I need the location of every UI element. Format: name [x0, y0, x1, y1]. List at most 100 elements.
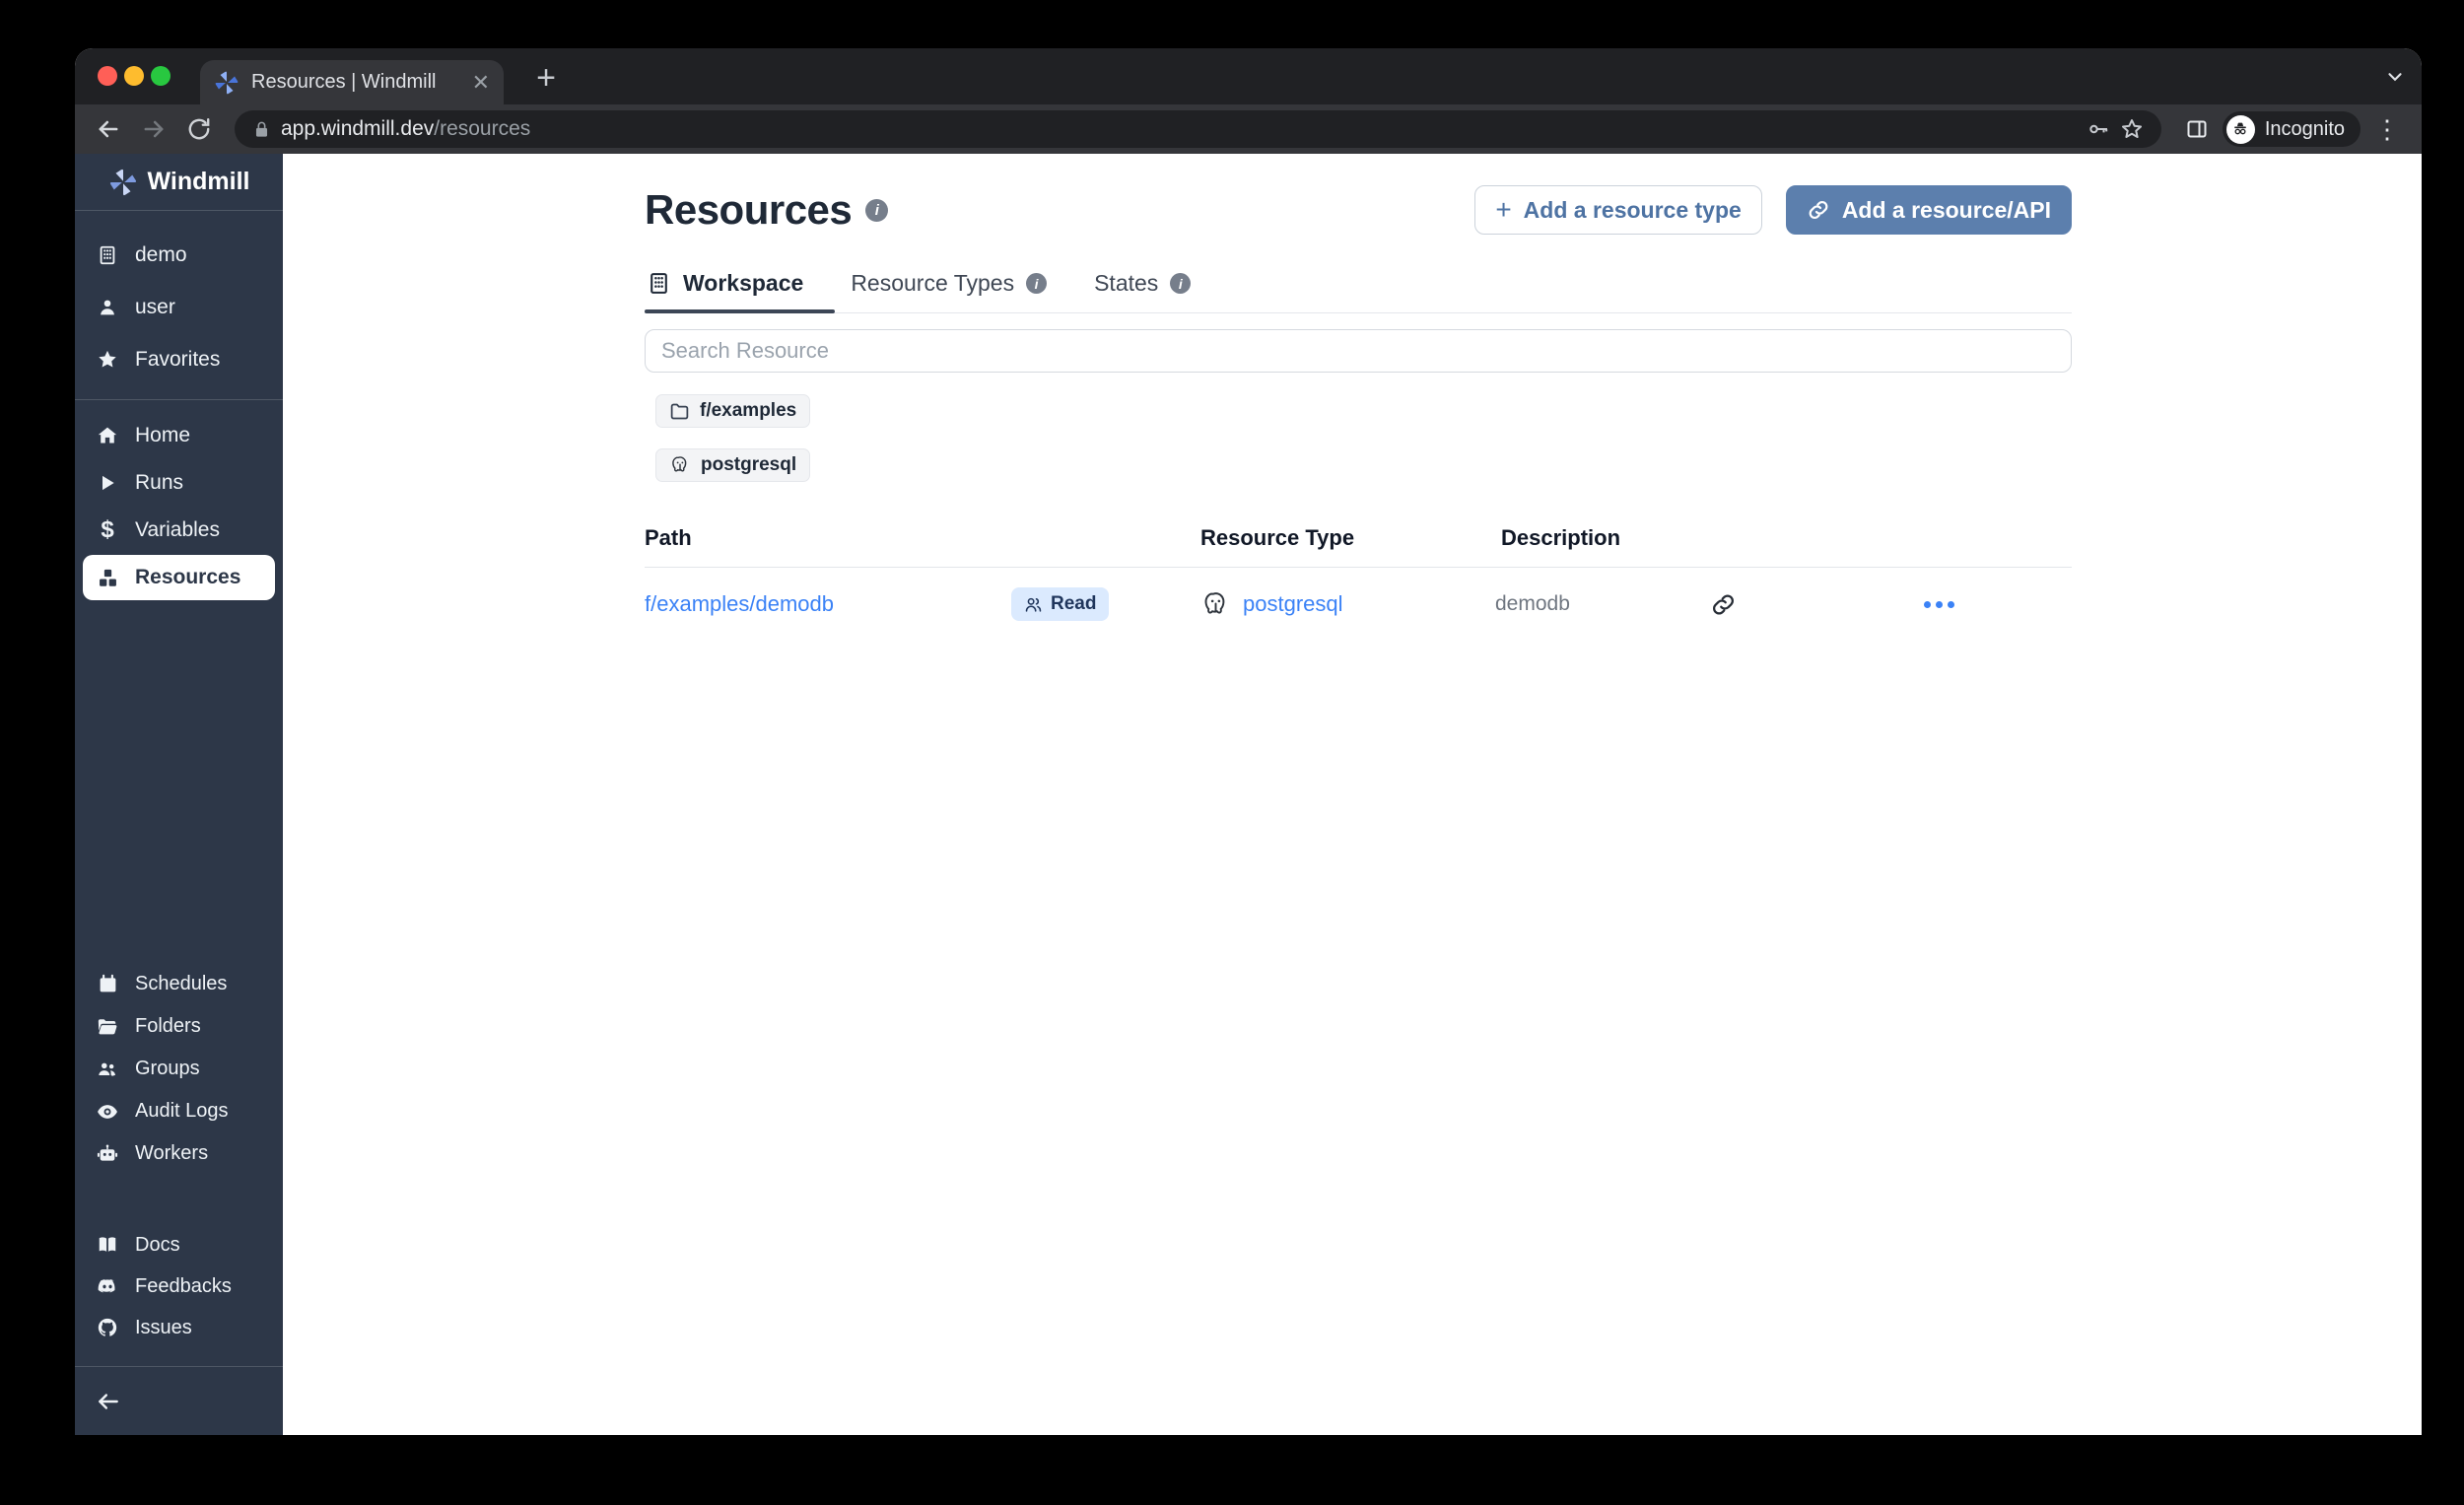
- postgresql-icon: [669, 454, 691, 476]
- sidebar-item-folders[interactable]: Folders: [75, 1005, 283, 1048]
- info-icon[interactable]: i: [865, 199, 888, 222]
- sidebar-item-favorites[interactable]: Favorites: [75, 333, 283, 385]
- filter-chip-postgresql[interactable]: postgresql: [655, 448, 810, 482]
- password-key-icon[interactable]: [2087, 117, 2110, 141]
- collapse-sidebar-row: [75, 1366, 283, 1435]
- tab-bar: Workspace Resource Types i States i: [645, 266, 2072, 313]
- column-header-path: Path: [645, 525, 1200, 551]
- tab-search-chevron-icon[interactable]: [2384, 66, 2406, 88]
- sidebar-item-label: Favorites: [135, 348, 220, 372]
- column-header-description: Description: [1501, 525, 2072, 551]
- star-icon: [96, 349, 119, 371]
- calendar-icon: [96, 974, 119, 994]
- incognito-icon: [2226, 115, 2255, 144]
- groups-icon: [96, 1059, 119, 1080]
- sidebar-item-label: Folders: [135, 1015, 201, 1038]
- table-header: Path Resource Type Description: [645, 525, 2072, 568]
- dollar-icon: $: [96, 516, 119, 544]
- windmill-brand[interactable]: Windmill: [75, 154, 283, 211]
- incognito-label: Incognito: [2265, 118, 2345, 141]
- incognito-badge: Incognito: [2223, 111, 2361, 147]
- users-icon: [1024, 595, 1043, 614]
- play-icon: [96, 473, 119, 493]
- forward-button[interactable]: [134, 109, 173, 149]
- eye-icon: [96, 1101, 119, 1123]
- sidebar-item-label: Groups: [135, 1058, 200, 1080]
- filter-chip-folder[interactable]: f/examples: [655, 394, 810, 428]
- main-content: Resources i + Add a resource type Add: [283, 154, 2422, 1435]
- sidebar-item-feedbacks[interactable]: Feedbacks: [75, 1266, 283, 1307]
- sidebar-item-label: Workers: [135, 1142, 208, 1165]
- sidebar-item-label: Variables: [135, 518, 220, 542]
- sidebar-item-docs[interactable]: Docs: [75, 1224, 283, 1266]
- browser-toolbar: app.windmill.dev/resources Incognito ⋮: [75, 104, 2422, 154]
- address-bar[interactable]: app.windmill.dev/resources: [235, 110, 2161, 148]
- sidebar-item-label: Audit Logs: [135, 1100, 229, 1123]
- tab-workspace[interactable]: Workspace: [645, 266, 805, 312]
- home-icon: [96, 425, 119, 446]
- resources-table: Path Resource Type Description f/example…: [645, 525, 2072, 641]
- permission-badge: Read: [1011, 587, 1109, 621]
- close-window-button[interactable]: [98, 66, 117, 86]
- resource-path-link[interactable]: f/examples/demodb: [645, 591, 834, 616]
- share-link-icon[interactable]: [1710, 591, 1924, 618]
- sidebar-item-issues[interactable]: Issues: [75, 1307, 283, 1348]
- bookmark-star-icon[interactable]: [2120, 117, 2144, 141]
- add-resource-type-button[interactable]: + Add a resource type: [1474, 185, 1762, 235]
- info-icon[interactable]: i: [1170, 273, 1191, 294]
- resource-type-link[interactable]: postgresql: [1243, 591, 1343, 617]
- sidebar-item-label: Schedules: [135, 973, 227, 995]
- plus-icon: +: [1495, 196, 1511, 224]
- tab-resource-types[interactable]: Resource Types i: [849, 266, 1049, 312]
- sidebar-item-user[interactable]: user: [75, 281, 283, 333]
- new-tab-button[interactable]: +: [526, 58, 566, 98]
- back-button[interactable]: [89, 109, 128, 149]
- collapse-sidebar-arrow-icon[interactable]: [96, 1389, 121, 1414]
- sidebar-item-label: user: [135, 296, 175, 319]
- sidebar-item-audit-logs[interactable]: Audit Logs: [75, 1090, 283, 1132]
- tab-close-icon[interactable]: ✕: [472, 72, 490, 94]
- sidebar-item-runs[interactable]: Runs: [75, 459, 283, 507]
- sidebar-item-label: Runs: [135, 471, 183, 495]
- building-icon: [96, 244, 119, 266]
- search-resource-input[interactable]: [645, 329, 2072, 373]
- book-icon: [96, 1234, 119, 1256]
- tab-title: Resources | Windmill: [251, 71, 460, 94]
- tab-strip: Resources | Windmill ✕ +: [75, 48, 2422, 104]
- reload-button[interactable]: [179, 109, 219, 149]
- sidebar-item-label: demo: [135, 243, 187, 267]
- browser-window: Resources | Windmill ✕ + app.windmill.de…: [75, 48, 2422, 1435]
- row-menu-button[interactable]: [1924, 601, 2072, 608]
- windmill-favicon-icon: [214, 70, 240, 96]
- sidebar-item-schedules[interactable]: Schedules: [75, 963, 283, 1005]
- info-icon[interactable]: i: [1026, 273, 1047, 294]
- building-icon: [647, 271, 671, 296]
- add-resource-api-button[interactable]: Add a resource/API: [1786, 185, 2072, 235]
- lock-icon: [252, 120, 271, 139]
- resource-description: demodb: [1495, 592, 1710, 616]
- sidebar-item-groups[interactable]: Groups: [75, 1048, 283, 1090]
- minimize-window-button[interactable]: [124, 66, 144, 86]
- brand-name: Windmill: [148, 168, 250, 196]
- discord-icon: [96, 1275, 119, 1297]
- browser-menu-icon[interactable]: ⋮: [2366, 114, 2408, 145]
- sidebar-item-label: Resources: [135, 566, 240, 589]
- sidebar-item-variables[interactable]: $ Variables: [75, 507, 283, 554]
- column-header-resource-type: Resource Type: [1200, 525, 1501, 551]
- sidebar: Windmill demo user: [75, 154, 283, 1435]
- maximize-window-button[interactable]: [151, 66, 171, 86]
- window-controls: [98, 66, 171, 86]
- browser-tab[interactable]: Resources | Windmill ✕: [200, 60, 504, 104]
- tab-states[interactable]: States i: [1092, 266, 1193, 312]
- link-icon: [1807, 198, 1830, 222]
- url-path: /resources: [434, 117, 530, 140]
- postgresql-icon: [1200, 589, 1231, 620]
- sidebar-item-home[interactable]: Home: [75, 412, 283, 459]
- windmill-logo-icon: [108, 168, 138, 197]
- side-panel-icon[interactable]: [2177, 109, 2217, 149]
- sidebar-item-resources[interactable]: Resources: [83, 555, 275, 600]
- sidebar-item-workspace-demo[interactable]: demo: [75, 229, 283, 281]
- user-icon: [96, 297, 119, 318]
- sidebar-item-workers[interactable]: Workers: [75, 1132, 283, 1175]
- url-host: app.windmill.dev: [281, 117, 434, 140]
